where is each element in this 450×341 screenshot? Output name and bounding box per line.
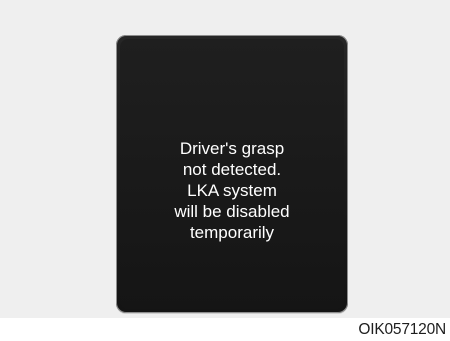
message-line: will be disabled bbox=[174, 202, 290, 221]
message-line: LKA system bbox=[187, 181, 277, 200]
warning-message: Driver's grasp not detected. LKA system … bbox=[116, 138, 348, 243]
message-line: temporarily bbox=[189, 223, 275, 242]
cluster-display: Driver's grasp not detected. LKA system … bbox=[116, 35, 348, 313]
message-line: Driver's grasp bbox=[179, 139, 285, 158]
illustration-background: Driver's grasp not detected. LKA system … bbox=[0, 0, 450, 318]
message-line: not detected. bbox=[182, 160, 282, 179]
figure-code: OIK057120N bbox=[358, 321, 446, 338]
